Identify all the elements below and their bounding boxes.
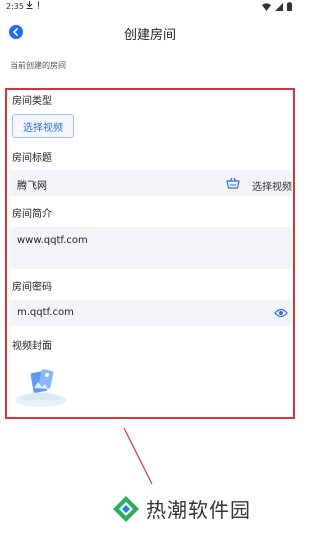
annotation-arrow-line [123, 427, 153, 485]
diamond-logo-icon [113, 495, 139, 522]
watermark-text: 热潮软件园 [146, 498, 251, 522]
watermark: 热潮软件园 [112, 494, 251, 523]
